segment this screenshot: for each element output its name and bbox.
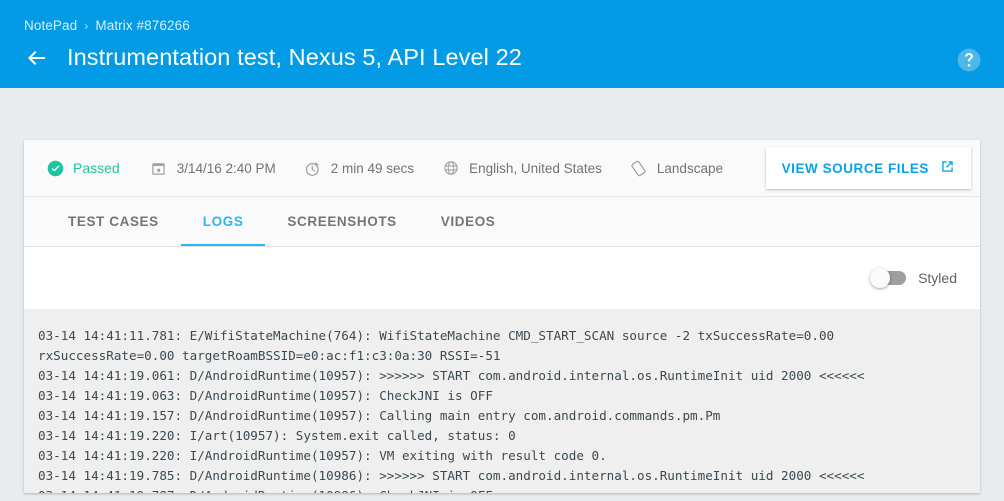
log-line: 03-14 14:41:19.787: D/AndroidRuntime(109…	[38, 486, 980, 493]
tab-screenshots[interactable]: SCREENSHOTS	[265, 197, 418, 246]
globe-icon	[442, 159, 460, 177]
calendar-icon	[150, 159, 168, 177]
log-line: 03-14 14:41:19.220: I/art(10957): System…	[38, 426, 980, 446]
breadcrumb-root-link[interactable]: NotePad	[24, 18, 77, 33]
screen-rotation-icon	[630, 159, 648, 177]
styled-toggle[interactable]	[872, 271, 906, 285]
page-title: Instrumentation test, Nexus 5, API Level…	[67, 44, 522, 71]
page-body: Passed 3/14/16 2:40 PM	[0, 88, 1004, 501]
view-source-files-button[interactable]: VIEW SOURCE FILES	[766, 147, 971, 189]
check-circle-icon	[46, 159, 64, 177]
orientation-meta: Landscape	[630, 159, 723, 177]
open-in-new-icon	[939, 158, 956, 178]
tab-bar: TEST CASES LOGS SCREENSHOTS VIDEOS	[24, 197, 980, 247]
date-label: 3/14/16 2:40 PM	[177, 161, 276, 176]
arrow-left-icon[interactable]	[24, 45, 50, 71]
test-result-card: Passed 3/14/16 2:40 PM	[24, 140, 980, 493]
orientation-label: Landscape	[657, 161, 723, 176]
tab-test-cases[interactable]: TEST CASES	[46, 197, 181, 246]
log-toolbar: Styled	[24, 247, 980, 309]
status-badge: Passed	[46, 159, 120, 177]
styled-toggle-label: Styled	[918, 270, 957, 286]
tab-logs-label: LOGS	[203, 214, 244, 229]
tab-logs[interactable]: LOGS	[181, 197, 266, 246]
breadcrumb-separator-icon: ›	[84, 19, 88, 33]
log-line: 03-14 14:41:11.781: E/WifiStateMachine(7…	[38, 326, 980, 346]
log-output[interactable]: 03-14 14:41:11.781: E/WifiStateMachine(7…	[24, 309, 980, 493]
locale-meta: English, United States	[442, 159, 602, 177]
log-line: rxSuccessRate=0.00 targetRoamBSSID=e0:ac…	[38, 346, 980, 366]
summary-bar: Passed 3/14/16 2:40 PM	[24, 140, 980, 197]
duration-label: 2 min 49 secs	[331, 161, 414, 176]
tab-videos-label: VIDEOS	[441, 214, 496, 229]
app-bar: NotePad › Matrix #876266 Instrumentation…	[0, 0, 1004, 88]
log-line: 03-14 14:41:19.220: I/AndroidRuntime(109…	[38, 446, 980, 466]
breadcrumb: NotePad › Matrix #876266	[24, 18, 190, 33]
title-row: Instrumentation test, Nexus 5, API Level…	[24, 44, 522, 71]
view-source-files-label: VIEW SOURCE FILES	[782, 161, 929, 176]
locale-label: English, United States	[469, 161, 602, 176]
tab-screenshots-label: SCREENSHOTS	[287, 214, 396, 229]
log-line: 03-14 14:41:19.063: D/AndroidRuntime(109…	[38, 386, 980, 406]
help-circle-icon[interactable]	[956, 47, 982, 73]
status-label: Passed	[73, 160, 120, 176]
duration-meta: 2 min 49 secs	[304, 159, 414, 177]
stopwatch-icon	[304, 159, 322, 177]
log-line: 03-14 14:41:19.061: D/AndroidRuntime(109…	[38, 366, 980, 386]
tab-videos[interactable]: VIDEOS	[419, 197, 518, 246]
log-line: 03-14 14:41:19.157: D/AndroidRuntime(109…	[38, 406, 980, 426]
tab-test-cases-label: TEST CASES	[68, 214, 159, 229]
breadcrumb-current[interactable]: Matrix #876266	[95, 18, 189, 33]
log-line: 03-14 14:41:19.785: D/AndroidRuntime(109…	[38, 466, 980, 486]
date-meta: 3/14/16 2:40 PM	[150, 159, 276, 177]
styled-toggle-knob	[870, 268, 890, 288]
